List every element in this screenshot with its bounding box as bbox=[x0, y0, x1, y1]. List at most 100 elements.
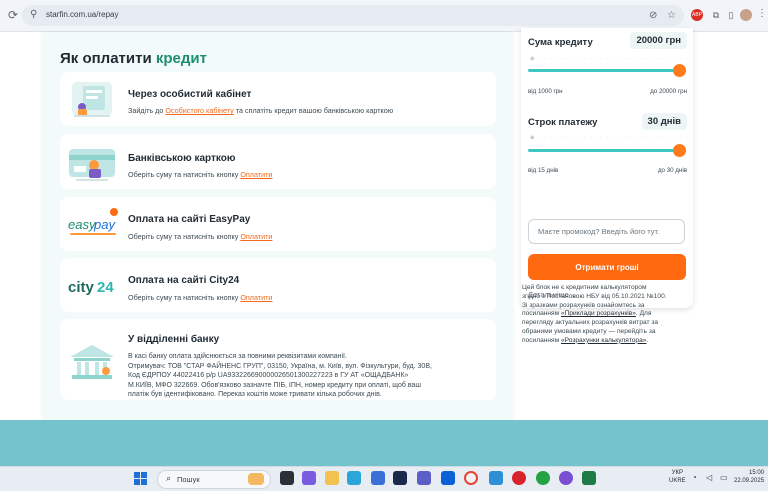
requisites-line: платіж був ідентифіковано. Переказ кошті… bbox=[128, 391, 382, 399]
more-menu-icon[interactable]: ⋮ bbox=[757, 8, 767, 19]
method-easypay: easy pay Оплата на сайті EasyPay Оберіть… bbox=[60, 197, 496, 251]
requisites-line: Отримувач: ТОВ "СТАР ФАЙНЕНС ГРУП", 0315… bbox=[128, 362, 432, 370]
edge-icon[interactable] bbox=[347, 471, 361, 485]
method-city24: city 24 Оплата на сайті City24 Оберіть с… bbox=[60, 258, 496, 312]
disclaimer-line: обраними умовами кредиту — перейдіть за bbox=[522, 327, 656, 335]
store-icon[interactable] bbox=[371, 471, 385, 485]
pay-link[interactable]: Оплатити bbox=[240, 293, 272, 302]
disclaimer-text: посиланням bbox=[522, 310, 561, 318]
requisites-line: М.КИЇВ, МФО 322669. Обов'язково зазначте… bbox=[128, 381, 421, 389]
calculator-calculations-link[interactable]: «Розрахунки калькулятора» bbox=[561, 337, 646, 344]
disclaimer-text: . bbox=[646, 336, 649, 344]
disclaimer-line: згідно з Постановою НБУ від 05.10.2021 №… bbox=[522, 292, 667, 300]
calculator-disclaimer: Цей блок не є кредитним калькулятором зг… bbox=[522, 284, 698, 346]
method-desc-text: Оберіть суму та натисніть кнопку bbox=[128, 170, 241, 179]
clock-time[interactable]: 15:00 bbox=[734, 469, 764, 477]
sidebar-icon[interactable]: ▯ bbox=[725, 9, 737, 21]
method-bank-card: Банківською карткою Оберіть суму та нати… bbox=[60, 134, 496, 189]
extension-adblock-icon[interactable]: ABP bbox=[691, 9, 703, 21]
language-indicator[interactable]: УКР UKRE bbox=[669, 469, 686, 485]
personal-cabinet-link[interactable]: Особистого кабінету bbox=[165, 106, 233, 115]
term-slider[interactable] bbox=[528, 144, 686, 157]
copilot-icon[interactable] bbox=[302, 471, 316, 485]
method-title: У відділенні банку bbox=[128, 334, 220, 345]
amount-slider-scale: ◆ · · · · · · · · · · · · · · · · · · · … bbox=[530, 56, 689, 62]
clock-date[interactable]: 22.09.2025 bbox=[734, 477, 764, 485]
disclaimer-line: Цей блок не є кредитним калькулятором bbox=[522, 284, 647, 291]
requisites-line: Код ЄДРПОУ 44022416 р/р UA93322669000002… bbox=[128, 372, 409, 380]
app-l-icon[interactable] bbox=[393, 471, 407, 485]
examples-link[interactable]: «Приклади розрахунків» bbox=[561, 310, 636, 317]
excel-icon[interactable] bbox=[582, 471, 596, 485]
term-min-label: від 15 днів bbox=[528, 167, 559, 174]
battery-icon[interactable]: ▭ bbox=[720, 473, 728, 482]
pay-link[interactable]: Оплатити bbox=[240, 232, 272, 241]
repay-card: Як оплатити кредит Через особистий кабін… bbox=[42, 32, 513, 425]
file-explorer-icon[interactable] bbox=[325, 471, 339, 485]
taskbar-search[interactable]: ⌕ Пошук bbox=[157, 470, 271, 489]
search-icon: ⌕ bbox=[166, 473, 172, 483]
eye-off-icon[interactable]: ⊘ bbox=[649, 10, 657, 21]
task-view-icon[interactable] bbox=[280, 471, 294, 485]
promo-code-input[interactable] bbox=[528, 219, 685, 244]
chrome-icon[interactable] bbox=[464, 471, 478, 485]
teams-icon[interactable] bbox=[417, 471, 431, 485]
disclaimer-text: . Для bbox=[635, 310, 652, 318]
svg-text:easy: easy bbox=[68, 217, 97, 232]
language-bottom[interactable]: UKRE bbox=[669, 477, 686, 485]
get-money-button[interactable]: Отримати гроші bbox=[528, 254, 686, 280]
method-cabinet: Через особистий кабінет Зайдіть до Особи… bbox=[60, 72, 496, 126]
term-label: Строк платежу bbox=[528, 117, 598, 128]
amount-value[interactable]: 20000 грн bbox=[630, 32, 687, 49]
search-highlight-icon bbox=[248, 473, 264, 485]
method-desc-text: Оберіть суму та натисніть кнопку bbox=[128, 232, 241, 241]
svg-text:city: city bbox=[68, 279, 95, 296]
telegram-icon[interactable] bbox=[489, 471, 503, 485]
method-title: Банківською карткою bbox=[128, 153, 236, 164]
method-desc-text-end: та сплатіть кредит вашою банківською кар… bbox=[233, 106, 394, 115]
disclaimer-line: посиланням «Розрахунки калькулятора». bbox=[522, 337, 698, 346]
city24-logo: city 24 bbox=[66, 264, 118, 304]
wifi-icon[interactable]: ◔ bbox=[692, 473, 697, 482]
viber-icon[interactable] bbox=[559, 471, 573, 485]
volume-icon[interactable]: ◁ bbox=[706, 473, 712, 482]
bank-branch-illustration bbox=[66, 341, 118, 381]
pay-link[interactable]: Оплатити bbox=[240, 170, 272, 179]
dropbox-icon[interactable] bbox=[441, 471, 455, 485]
svg-text:24: 24 bbox=[97, 279, 114, 296]
repay-title-accent: кредит bbox=[155, 50, 207, 67]
loan-calculator: Сума кредиту 20000 грн ◆ · · · · · · · ·… bbox=[521, 28, 693, 308]
cabinet-illustration bbox=[66, 78, 118, 118]
taskbar-search-text[interactable]: Пошук bbox=[177, 475, 200, 484]
taskbar-clock[interactable]: 15:00 22.09.2025 bbox=[734, 469, 764, 485]
method-bank-branch: У відділенні банку В касі банку оплата з… bbox=[60, 319, 496, 400]
windows-start-icon[interactable] bbox=[134, 472, 147, 485]
method-description: Зайдіть до Особистого кабінету та сплаті… bbox=[128, 106, 393, 115]
opera-icon[interactable] bbox=[512, 471, 526, 485]
bank-card-illustration bbox=[66, 141, 118, 181]
language-top[interactable]: УКР bbox=[669, 469, 686, 477]
whatsapp-icon[interactable] bbox=[536, 471, 550, 485]
easypay-logo: easy pay bbox=[66, 203, 118, 243]
amount-label: Сума кредиту bbox=[528, 37, 593, 48]
footer-band bbox=[0, 420, 768, 466]
method-description: Оберіть суму та натисніть кнопку Оплатит… bbox=[128, 293, 272, 302]
method-title: Оплата на сайті City24 bbox=[128, 275, 240, 286]
term-slider-scale: ◆ · · · · · · · · · · · · · · · · · · · … bbox=[530, 135, 689, 141]
bookmark-star-icon[interactable]: ☆ bbox=[667, 10, 676, 21]
amount-slider-handle[interactable] bbox=[673, 64, 686, 77]
term-slider-handle[interactable] bbox=[673, 144, 686, 157]
amount-slider[interactable] bbox=[528, 64, 686, 77]
site-info-icon[interactable]: ⚲ bbox=[30, 9, 37, 20]
profile-avatar[interactable] bbox=[740, 9, 752, 21]
method-description: Оберіть суму та натисніть кнопку Оплатит… bbox=[128, 170, 272, 179]
term-value[interactable]: 30 днів bbox=[641, 113, 687, 130]
url-text[interactable]: starfin.com.ua/repay bbox=[46, 10, 118, 19]
method-title: Через особистий кабінет bbox=[128, 89, 252, 100]
method-desc-text: Оберіть суму та натисніть кнопку bbox=[128, 293, 241, 302]
address-bar[interactable]: ⚲ starfin.com.ua/repay ⊘ ☆ bbox=[22, 5, 684, 26]
repay-title: Як оплатити кредит bbox=[60, 50, 207, 67]
reload-icon[interactable]: ⟳ bbox=[6, 8, 20, 22]
extensions-puzzle-icon[interactable]: ⧉ bbox=[710, 9, 722, 21]
method-description: Оберіть суму та натисніть кнопку Оплатит… bbox=[128, 232, 272, 241]
